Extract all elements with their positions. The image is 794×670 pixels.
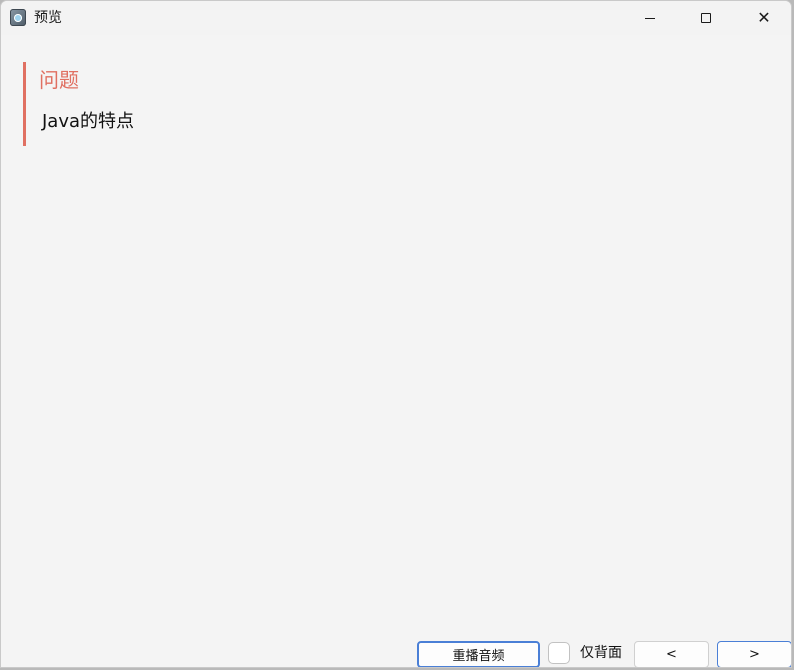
question-block: 问题 Java的特点 — [23, 62, 323, 146]
close-icon: ✕ — [757, 8, 771, 27]
back-only-checkbox[interactable] — [548, 642, 570, 664]
question-text: Java的特点 — [42, 111, 135, 132]
card-preview-area: 问题 Java的特点 — [1, 35, 791, 635]
minimize-button[interactable] — [621, 1, 679, 35]
maximize-button[interactable] — [677, 1, 735, 35]
close-button[interactable]: ✕ — [735, 1, 791, 35]
maximize-icon — [701, 13, 711, 23]
question-label: 问题 — [39, 68, 79, 92]
preview-window: 预览 ✕ 问题 Java的特点 重播音频 仅背面 < > — [0, 0, 792, 668]
previous-button[interactable]: < — [634, 641, 709, 667]
window-title: 预览 — [34, 10, 62, 26]
bottom-toolbar: 重播音频 仅背面 < > — [1, 635, 791, 667]
back-only-label[interactable]: 仅背面 — [580, 644, 622, 662]
minimize-icon — [645, 17, 655, 19]
app-icon — [10, 9, 26, 26]
title-bar: 预览 ✕ — [1, 1, 791, 35]
replay-audio-button[interactable]: 重播音频 — [417, 641, 540, 667]
next-button[interactable]: > — [717, 641, 791, 667]
